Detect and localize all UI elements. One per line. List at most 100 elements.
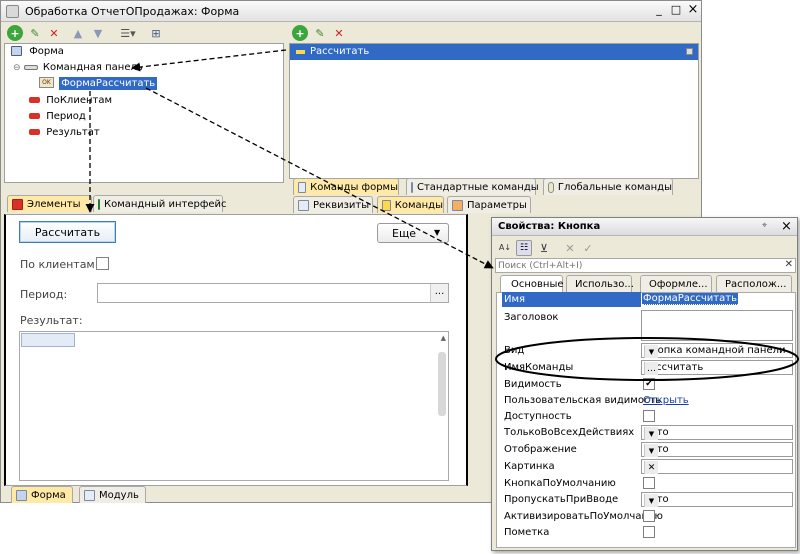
- prop-checkbox-activate-default[interactable]: [643, 510, 655, 522]
- prop-checkbox-check[interactable]: [643, 526, 655, 538]
- prop-checkbox-visibility[interactable]: ✔: [643, 378, 655, 390]
- prop-row-enabled[interactable]: Доступность: [500, 409, 796, 425]
- prop-select-representation[interactable]: Авто ▼: [641, 442, 793, 457]
- edit-pencil-icon[interactable]: ✎: [27, 25, 43, 41]
- move-up-icon[interactable]: ▲: [70, 25, 86, 41]
- scroll-up-icon[interactable]: ▲: [441, 334, 446, 342]
- dropdown-arrow-icon[interactable]: ▼: [644, 444, 658, 457]
- close-button[interactable]: ×: [686, 3, 700, 18]
- prop-row-activate-default[interactable]: АктивизироватьПоУмолчанию: [500, 509, 796, 525]
- properties-title: Свойства: Кнопка: [498, 221, 601, 232]
- prop-label-check: Пометка: [504, 527, 550, 538]
- prop-select-skip-on-input[interactable]: Авто ▼: [641, 492, 793, 507]
- tab-global-commands[interactable]: Глобальные команды: [543, 178, 673, 195]
- main-window-titlebar[interactable]: Обработка ОтчетОПродажах: Форма _ □ ×: [1, 1, 701, 22]
- dropdown-arrow-icon[interactable]: ▼: [644, 494, 658, 507]
- prop-field-picture[interactable]: … ✕: [641, 459, 793, 474]
- tab-command-interface[interactable]: Командный интерфейс: [93, 195, 227, 212]
- prop-row-kind[interactable]: Вид Кнопка командной панели ▼: [500, 343, 796, 359]
- cancel-icon[interactable]: ✕: [562, 240, 578, 256]
- pin-icon[interactable]: ⌖: [762, 221, 767, 231]
- tree-item-by-clients[interactable]: ПоКлиентам: [29, 95, 112, 106]
- clear-icon[interactable]: ✕: [644, 461, 658, 474]
- tab-parameters[interactable]: Параметры: [447, 196, 531, 213]
- tab-commands[interactable]: Команды: [377, 196, 444, 213]
- tab-elements[interactable]: Элементы: [7, 195, 92, 212]
- command-item-calculate[interactable]: Рассчитать: [290, 44, 698, 60]
- tab-form-commands[interactable]: Команды формы: [293, 178, 399, 195]
- filter-icon[interactable]: ⊻: [536, 240, 552, 256]
- prop-textarea-title[interactable]: [641, 310, 793, 341]
- tab-standard-commands[interactable]: Стандартные команды: [406, 178, 539, 195]
- prop-row-only-in-all-actions[interactable]: ТолькоВоВсехДействиях Авто ▼: [500, 425, 796, 441]
- commands-toolbar: + ✎ ✕: [289, 23, 699, 43]
- dropdown-arrow-icon[interactable]: ▼: [644, 427, 658, 440]
- move-down-icon[interactable]: ▼: [90, 25, 106, 41]
- choice-button-icon[interactable]: …: [644, 362, 658, 375]
- prop-row-representation[interactable]: Отображение Авто ▼: [500, 442, 796, 458]
- tab-attributes[interactable]: Реквизиты: [293, 196, 373, 213]
- prop-row-check[interactable]: Пометка: [500, 525, 796, 541]
- prop-field-command-name[interactable]: Рассчитать …: [641, 360, 793, 375]
- prop-value-name[interactable]: ФормаРассчитать: [642, 293, 738, 305]
- vertical-scrollbar[interactable]: [438, 352, 446, 416]
- prop-row-title[interactable]: Заголовок: [500, 310, 796, 342]
- tab-module[interactable]: Модуль: [79, 486, 146, 503]
- tree-item-form[interactable]: Форма: [11, 46, 64, 57]
- properties-titlebar[interactable]: Свойства: Кнопка ⌖ ×: [492, 218, 797, 236]
- spreadsheet-cell[interactable]: [21, 333, 75, 347]
- tree-item-form-calculate[interactable]: OK ФормаРассчитать: [39, 76, 158, 90]
- delete-icon[interactable]: ✕: [46, 25, 62, 41]
- properties-search[interactable]: ✕: [495, 258, 796, 273]
- prop-row-name[interactable]: Имя ФормаРассчитать: [500, 292, 796, 308]
- edit-pencil-icon[interactable]: ✎: [312, 25, 328, 41]
- add-icon[interactable]: +: [292, 25, 308, 41]
- tree-item-result[interactable]: Результат: [29, 127, 100, 138]
- prop-checkbox-default-button[interactable]: [643, 477, 655, 489]
- tree-item-label: Период: [46, 111, 86, 122]
- prop-row-command-name[interactable]: ИмяКоманды Рассчитать …: [500, 360, 796, 376]
- sort-alphabetical-icon[interactable]: A↓: [497, 240, 513, 256]
- tab-usage[interactable]: Использо...: [566, 275, 634, 292]
- tab-layout[interactable]: Располож...: [716, 275, 792, 292]
- prop-checkbox-enabled[interactable]: [643, 410, 655, 422]
- prop-select-only-in-all-actions[interactable]: Авто ▼: [641, 425, 793, 440]
- module-tab-icon: [84, 489, 95, 501]
- tree-item-label: ПоКлиентам: [46, 95, 113, 106]
- tree-item-period[interactable]: Период: [29, 111, 86, 122]
- prop-row-default-button[interactable]: КнопкаПоУмолчанию: [500, 476, 796, 492]
- calculate-button[interactable]: Рассчитать: [19, 221, 116, 243]
- maximize-button[interactable]: □: [669, 4, 683, 18]
- period-choice-button[interactable]: ...: [430, 284, 448, 302]
- menu-list-icon[interactable]: ☰▾: [116, 25, 140, 41]
- prop-row-skip-on-input[interactable]: ПропускатьПриВводе Авто ▼: [500, 492, 796, 508]
- properties-close-button[interactable]: ×: [781, 219, 792, 234]
- prop-row-picture[interactable]: Картинка … ✕: [500, 459, 796, 475]
- tab-main[interactable]: Основные: [500, 275, 564, 292]
- confirm-icon[interactable]: ✓: [580, 240, 596, 256]
- by-clients-checkbox[interactable]: [96, 257, 109, 270]
- properties-search-input[interactable]: [498, 259, 778, 272]
- prop-label-kind: Вид: [504, 345, 525, 356]
- prop-select-kind[interactable]: Кнопка командной панели ▼: [641, 343, 793, 358]
- commands-icon: [382, 199, 391, 211]
- categorized-icon[interactable]: ☷: [516, 240, 532, 256]
- prop-link-open[interactable]: Открыть: [643, 395, 689, 406]
- tab-appearance[interactable]: Оформле...: [640, 275, 712, 292]
- prop-row-user-visibility[interactable]: Пользовательская видимость Открыть: [500, 393, 796, 409]
- delete-icon[interactable]: ✕: [331, 25, 347, 41]
- tree-item-label: Форма: [29, 46, 64, 57]
- clear-search-icon[interactable]: ✕: [785, 259, 793, 270]
- collapse-icon[interactable]: ⊖: [13, 63, 21, 73]
- tab-form[interactable]: Форма: [11, 486, 73, 503]
- more-button[interactable]: Еще ▼: [377, 223, 449, 243]
- result-spreadsheet[interactable]: ▲: [19, 331, 449, 481]
- tree-item-command-panel[interactable]: ⊖ Командная панель: [13, 62, 143, 73]
- minimize-button[interactable]: _: [652, 4, 666, 18]
- field-icon: [29, 113, 40, 119]
- add-icon[interactable]: +: [7, 25, 23, 41]
- dropdown-arrow-icon[interactable]: ▼: [644, 345, 658, 358]
- period-input[interactable]: ...: [97, 283, 449, 303]
- form-settings-icon[interactable]: ⊞: [148, 25, 164, 41]
- prop-row-visibility[interactable]: Видимость ✔: [500, 377, 796, 393]
